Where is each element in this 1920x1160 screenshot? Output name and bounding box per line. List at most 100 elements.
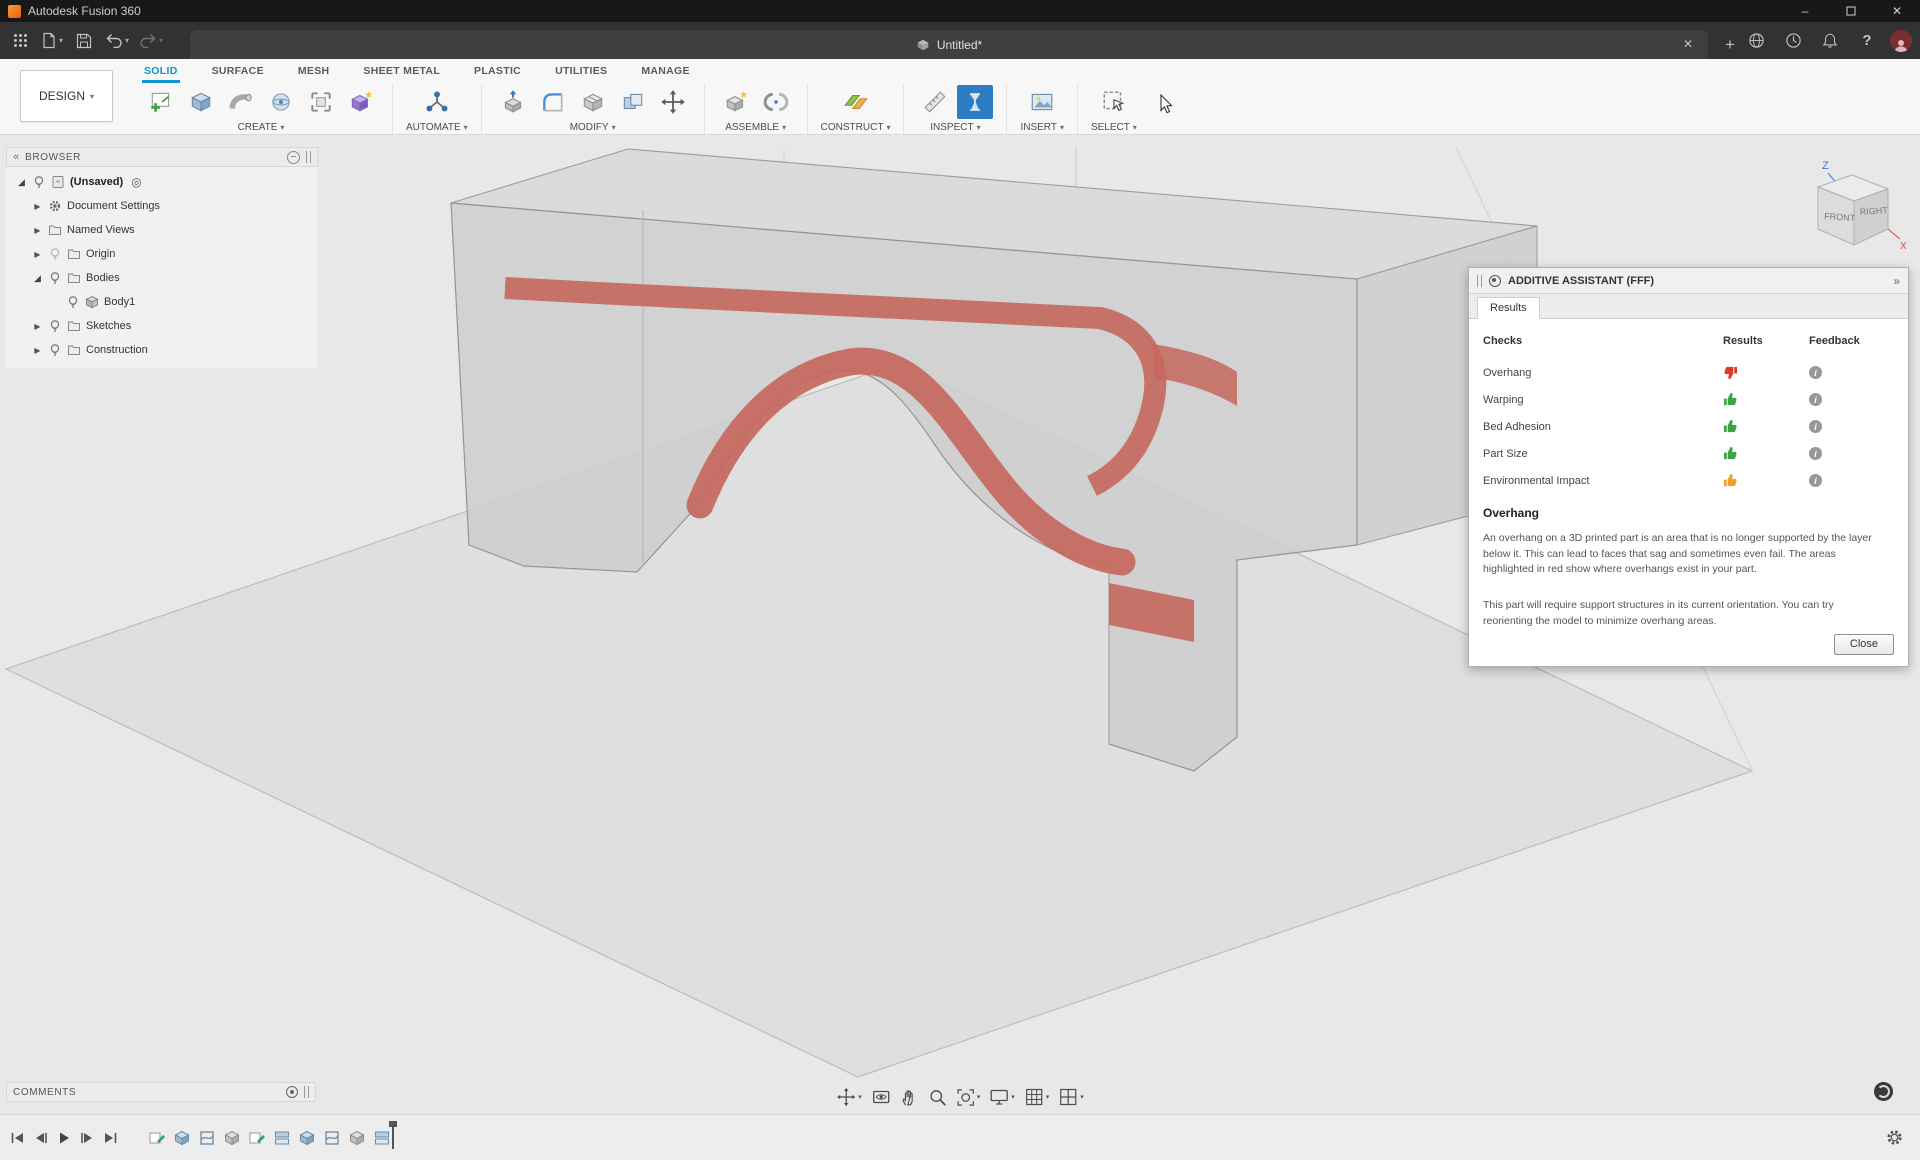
help-icon[interactable]: ?	[1853, 27, 1881, 55]
workspace-selector[interactable]: DESIGN ▾	[20, 70, 113, 122]
comments-bar[interactable]: COMMENTS	[6, 1082, 316, 1102]
automate-icon[interactable]	[419, 85, 455, 119]
assemble-dropdown[interactable]: ASSEMBLE ▾	[725, 120, 786, 134]
visibility-bulb-icon[interactable]	[48, 343, 62, 357]
web-home-icon[interactable]	[1742, 27, 1770, 55]
expand-arrow-icon[interactable]: ▶	[32, 202, 43, 211]
zoom-window-icon[interactable]: ▾	[956, 1088, 981, 1107]
close-document-icon[interactable]: ✕	[1680, 37, 1696, 51]
viewport-3d[interactable]: « BROWSER − ◢ (Unsaved) ◎ ▶ Document Set	[0, 135, 1920, 1114]
browser-item-body1[interactable]: Body1	[6, 290, 318, 314]
collapse-panel-icon[interactable]: «	[13, 151, 19, 163]
drag-grip-icon[interactable]	[1477, 275, 1482, 287]
timeline-feature-icon[interactable]	[298, 1129, 316, 1147]
browser-item-document-settings[interactable]: ▶ Document Settings	[6, 194, 318, 218]
select-dropdown[interactable]: SELECT ▾	[1091, 120, 1137, 134]
close-assistant-button[interactable]: Close	[1834, 634, 1894, 655]
expand-arrow-icon[interactable]: ◢	[16, 177, 27, 188]
drag-grip-icon[interactable]	[304, 1086, 309, 1098]
timeline-feature-icon[interactable]	[273, 1129, 291, 1147]
joint-icon[interactable]	[758, 85, 794, 119]
close-button[interactable]: ✕	[1874, 0, 1920, 22]
info-icon[interactable]: i	[1809, 420, 1822, 433]
orbit-pan-icon[interactable]: ▾	[836, 1087, 862, 1107]
timeline-feature-icon[interactable]	[348, 1129, 366, 1147]
timeline-feature-icon[interactable]	[373, 1129, 391, 1147]
box-primitive-icon[interactable]	[303, 85, 339, 119]
create-dropdown[interactable]: CREATE ▾	[238, 120, 285, 134]
display-settings-icon[interactable]: ▾	[989, 1087, 1015, 1107]
step-back-icon[interactable]	[34, 1131, 48, 1145]
browser-header[interactable]: « BROWSER −	[6, 147, 318, 167]
file-menu-icon[interactable]: ▾	[38, 27, 66, 55]
visibility-bulb-icon[interactable]	[48, 271, 62, 285]
tab-mesh[interactable]: MESH	[296, 60, 332, 83]
job-status-icon[interactable]	[1779, 27, 1807, 55]
tab-surface[interactable]: SURFACE	[210, 60, 266, 83]
tab-solid[interactable]: SOLID	[142, 60, 180, 83]
skip-to-start-icon[interactable]	[10, 1131, 25, 1145]
browser-item-origin[interactable]: ▶ Origin	[6, 242, 318, 266]
timeline-settings-gear-icon[interactable]	[1885, 1128, 1904, 1152]
timeline-playhead[interactable]	[392, 1123, 400, 1149]
automate-dropdown[interactable]: AUTOMATE ▾	[406, 120, 468, 134]
play-icon[interactable]	[57, 1131, 71, 1145]
expand-arrow-icon[interactable]: ▶	[32, 346, 43, 355]
sweep-icon[interactable]	[223, 85, 259, 119]
new-component-icon[interactable]	[718, 85, 754, 119]
info-icon[interactable]: i	[1809, 393, 1822, 406]
inspect-dropdown[interactable]: INSPECT ▾	[930, 120, 980, 134]
grid-settings-icon[interactable]: ▾	[1024, 1087, 1050, 1107]
visibility-bulb-icon[interactable]	[48, 247, 62, 261]
measure-icon[interactable]	[917, 85, 953, 119]
construction-plane-icon[interactable]	[838, 85, 874, 119]
assistant-header[interactable]: ADDITIVE ASSISTANT (FFF) »	[1469, 268, 1908, 294]
additive-assistant-icon[interactable]	[957, 85, 993, 119]
step-forward-icon[interactable]	[80, 1131, 94, 1145]
press-pull-icon[interactable]	[495, 85, 531, 119]
info-icon[interactable]: i	[1809, 366, 1822, 379]
drag-grip-icon[interactable]	[306, 151, 311, 163]
timeline-feature-icon[interactable]	[248, 1129, 266, 1147]
revolve-icon[interactable]	[263, 85, 299, 119]
construct-dropdown[interactable]: CONSTRUCT ▾	[821, 120, 891, 134]
create-sketch-icon[interactable]	[143, 85, 179, 119]
visibility-bulb-icon[interactable]	[32, 175, 46, 189]
zoom-icon[interactable]	[928, 1088, 947, 1107]
expand-arrow-icon[interactable]: ▶	[32, 322, 43, 331]
notifications-bell-icon[interactable]	[1816, 27, 1844, 55]
expand-arrow-icon[interactable]: ▶	[32, 226, 43, 235]
expand-arrow-icon[interactable]: ▶	[32, 250, 43, 259]
visibility-bulb-icon[interactable]	[66, 295, 80, 309]
tab-utilities[interactable]: UTILITIES	[553, 60, 609, 83]
view-cube[interactable]: Z FRONT RIGHT X	[1800, 153, 1910, 263]
shell-icon[interactable]	[575, 85, 611, 119]
comment-indicator-icon[interactable]	[286, 1086, 298, 1098]
browser-item-named-views[interactable]: ▶ Named Views	[6, 218, 318, 242]
minimize-button[interactable]: –	[1782, 0, 1828, 22]
combine-icon[interactable]	[615, 85, 651, 119]
move-copy-icon[interactable]	[655, 85, 691, 119]
browser-item-sketches[interactable]: ▶ Sketches	[6, 314, 318, 338]
app-status-icon[interactable]	[1874, 1082, 1893, 1101]
timeline-feature-icon[interactable]	[323, 1129, 341, 1147]
visibility-bulb-icon[interactable]	[48, 319, 62, 333]
maximize-button[interactable]	[1828, 0, 1874, 22]
look-at-icon[interactable]	[871, 1087, 891, 1107]
browser-item-root[interactable]: ◢ (Unsaved) ◎	[6, 170, 318, 194]
timeline-feature-icon[interactable]	[223, 1129, 241, 1147]
create-form-icon[interactable]	[343, 85, 379, 119]
collapse-right-icon[interactable]: »	[1893, 274, 1900, 288]
timeline-feature-icon[interactable]	[148, 1129, 166, 1147]
tab-plastic[interactable]: PLASTIC	[472, 60, 523, 83]
pan-hand-icon[interactable]	[900, 1088, 919, 1107]
app-launcher-icon[interactable]	[6, 27, 34, 55]
insert-canvas-icon[interactable]	[1024, 85, 1060, 119]
tab-sheet-metal[interactable]: SHEET METAL	[361, 60, 442, 83]
browser-item-bodies[interactable]: ◢ Bodies	[6, 266, 318, 290]
info-icon[interactable]: i	[1809, 474, 1822, 487]
tab-manage[interactable]: MANAGE	[639, 60, 691, 83]
browser-item-construction[interactable]: ▶ Construction	[6, 338, 318, 362]
skip-to-end-icon[interactable]	[103, 1131, 118, 1145]
tab-results[interactable]: Results	[1477, 297, 1540, 319]
